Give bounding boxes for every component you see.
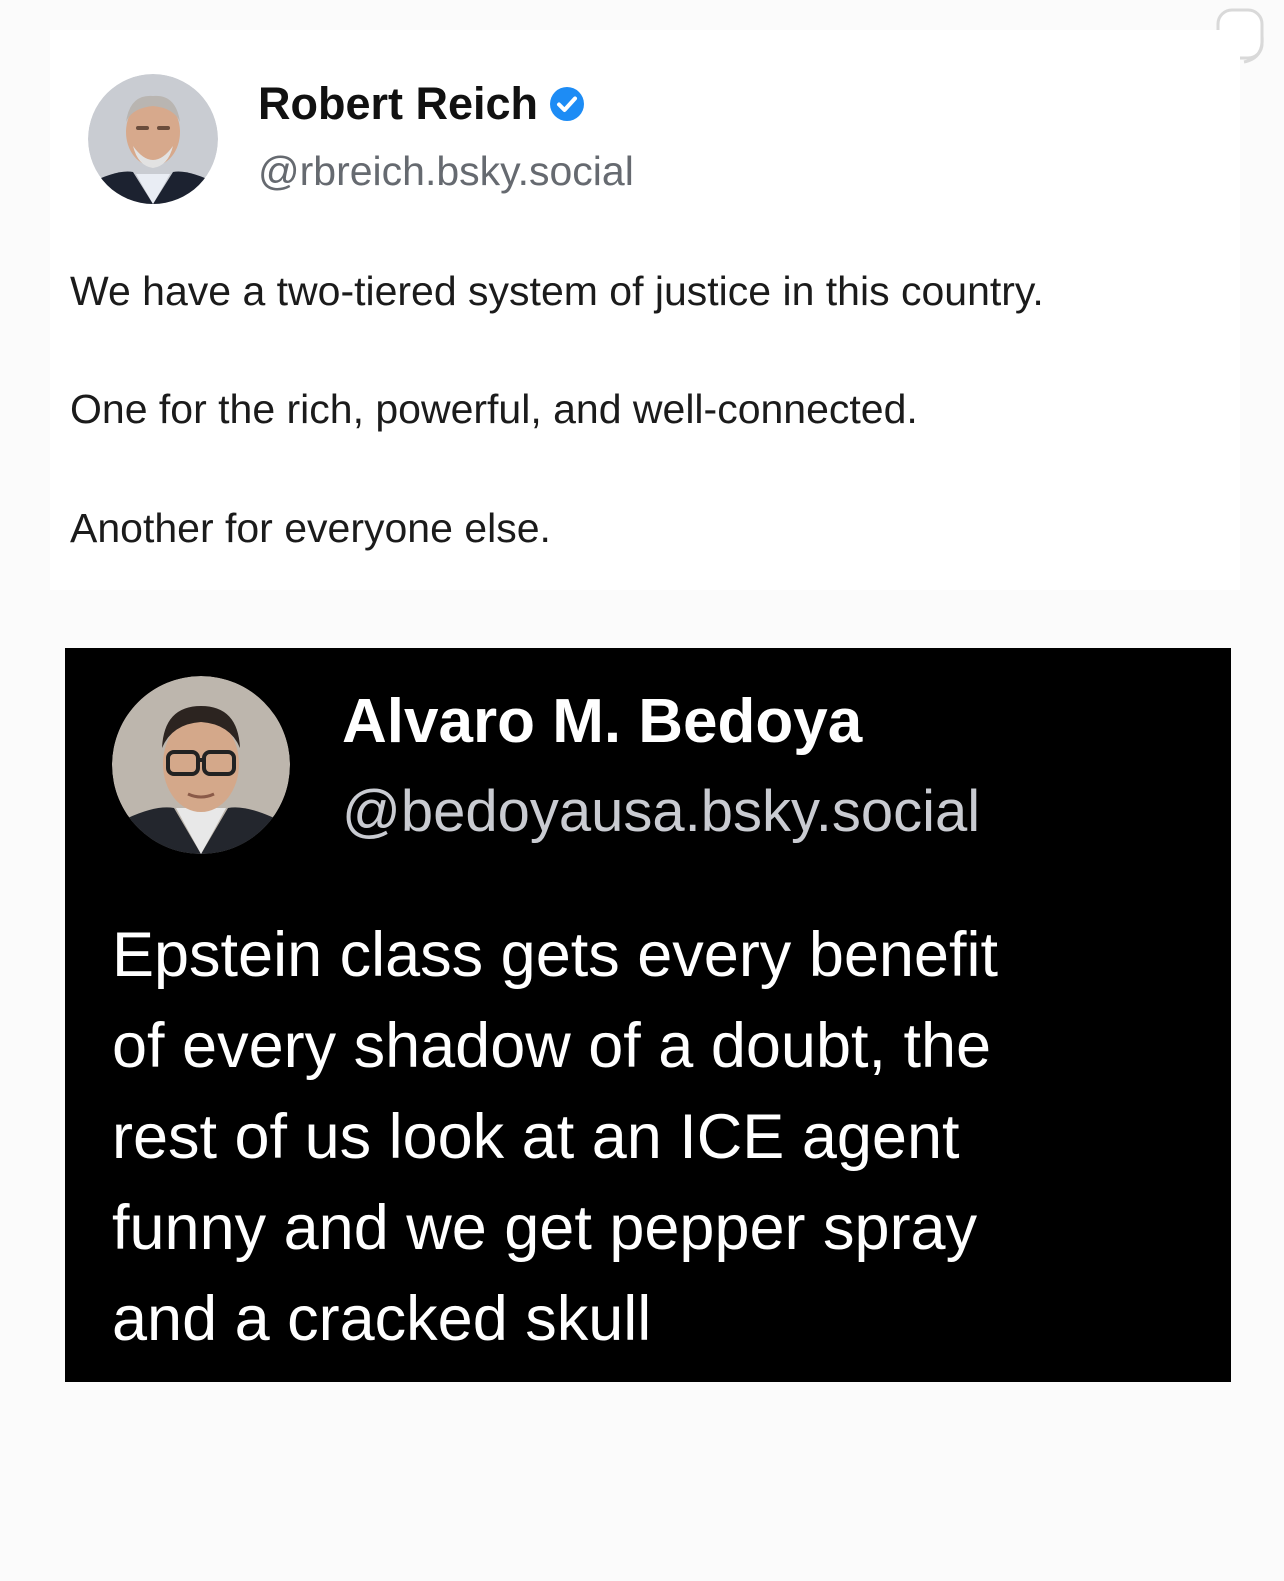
quoted-author-avatar[interactable] bbox=[112, 676, 290, 854]
quoted-author-name[interactable]: Alvaro M. Bedoya bbox=[342, 686, 862, 757]
quoted-post-card[interactable]: Alvaro M. Bedoya @bedoyausa.bsky.social … bbox=[65, 648, 1231, 1382]
quoted-author-handle[interactable]: @bedoyausa.bsky.social bbox=[342, 778, 980, 845]
quoted-text-line: rest of us look at an ICE agent bbox=[112, 1102, 960, 1172]
quoted-text-line: funny and we get pepper spray bbox=[112, 1193, 978, 1263]
author-name[interactable]: Robert Reich bbox=[258, 78, 586, 130]
quoted-text-line: and a cracked skull bbox=[112, 1284, 652, 1354]
verified-badge-icon bbox=[550, 87, 585, 121]
quoted-text-line: Epstein class gets every benefit bbox=[112, 920, 998, 990]
post-text-line: We have a two-tiered system of justice i… bbox=[70, 268, 1044, 314]
page: Robert Reich @rbreich.bsky.social We hav… bbox=[0, 0, 1284, 1581]
quoted-text-line: of every shadow of a doubt, the bbox=[112, 1011, 992, 1081]
author-handle[interactable]: @rbreich.bsky.social bbox=[258, 148, 634, 195]
quoted-post-text: Epstein class gets every benefit of ever… bbox=[112, 910, 1202, 1365]
author-avatar[interactable] bbox=[88, 74, 218, 204]
post-text-line: Another for everyone else. bbox=[70, 505, 551, 551]
author-name-text: Robert Reich bbox=[258, 78, 539, 129]
post-text-line: One for the rich, powerful, and well-con… bbox=[70, 386, 918, 432]
